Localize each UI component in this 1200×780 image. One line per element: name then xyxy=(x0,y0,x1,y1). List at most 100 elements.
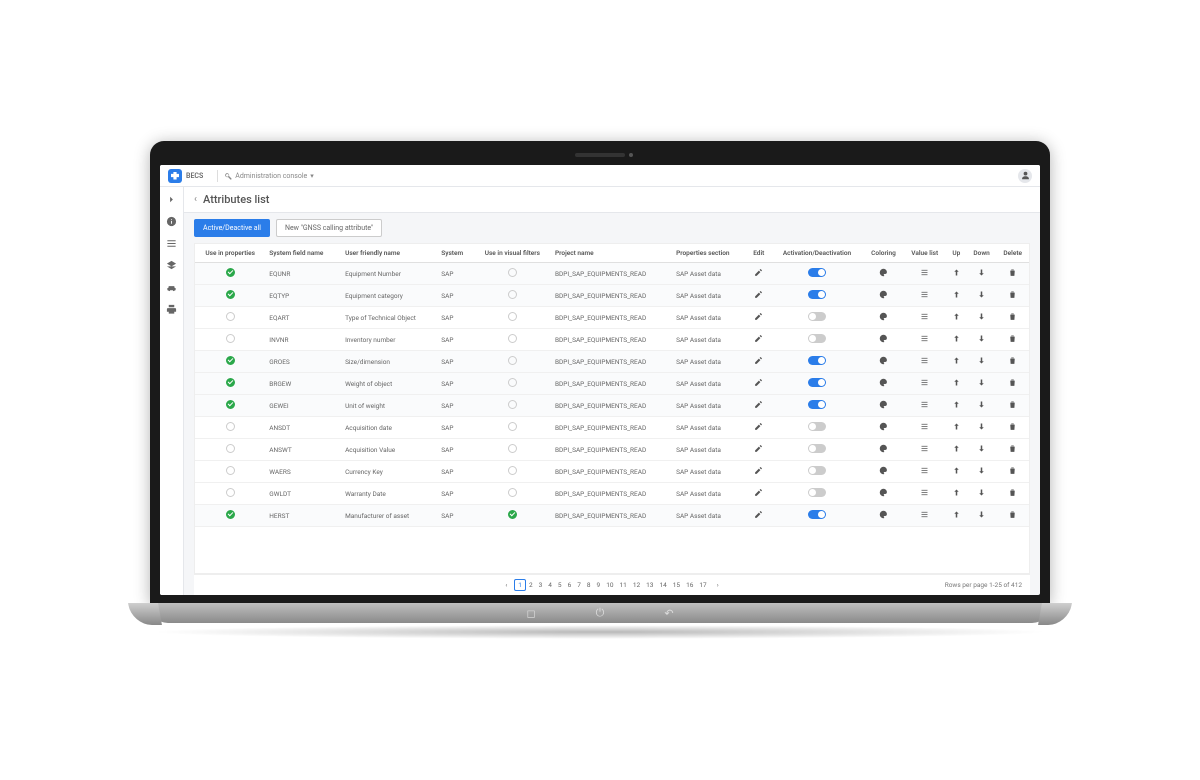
value-list-button[interactable] xyxy=(903,483,946,505)
delete-button[interactable] xyxy=(996,373,1029,395)
use-in-properties-check[interactable] xyxy=(226,356,235,365)
sidebar-item-info[interactable] xyxy=(166,215,178,227)
move-down-button[interactable] xyxy=(967,373,997,395)
use-in-visual-filters-check[interactable] xyxy=(508,422,517,431)
move-down-button[interactable] xyxy=(967,461,997,483)
delete-button[interactable] xyxy=(996,307,1029,329)
value-list-button[interactable] xyxy=(903,439,946,461)
move-up-button[interactable] xyxy=(946,417,967,439)
use-in-visual-filters-check[interactable] xyxy=(508,356,517,365)
col-7[interactable]: Edit xyxy=(747,244,770,263)
use-in-properties-check[interactable] xyxy=(226,312,235,321)
move-down-button[interactable] xyxy=(967,505,997,527)
use-in-visual-filters-check[interactable] xyxy=(508,290,517,299)
col-8[interactable]: Activation/Deactivation xyxy=(770,244,863,263)
sidebar-item-print[interactable] xyxy=(166,303,178,315)
use-in-properties-check[interactable] xyxy=(226,466,235,475)
value-list-button[interactable] xyxy=(903,505,946,527)
sidebar-item-list[interactable] xyxy=(166,237,178,249)
page-10[interactable]: 10 xyxy=(603,580,616,590)
coloring-button[interactable] xyxy=(864,505,904,527)
move-down-button[interactable] xyxy=(967,395,997,417)
col-6[interactable]: Properties section xyxy=(672,244,747,263)
activation-toggle[interactable] xyxy=(808,312,826,321)
value-list-button[interactable] xyxy=(903,263,946,285)
use-in-visual-filters-check[interactable] xyxy=(508,466,517,475)
use-in-visual-filters-check[interactable] xyxy=(508,268,517,277)
page-9[interactable]: 9 xyxy=(594,580,604,590)
use-in-properties-check[interactable] xyxy=(226,334,235,343)
delete-button[interactable] xyxy=(996,351,1029,373)
edit-button[interactable] xyxy=(747,461,770,483)
move-up-button[interactable] xyxy=(946,307,967,329)
use-in-visual-filters-check[interactable] xyxy=(508,488,517,497)
move-up-button[interactable] xyxy=(946,329,967,351)
page-prev[interactable]: ‹ xyxy=(502,580,510,590)
coloring-button[interactable] xyxy=(864,439,904,461)
delete-button[interactable] xyxy=(996,395,1029,417)
delete-button[interactable] xyxy=(996,263,1029,285)
edit-button[interactable] xyxy=(747,351,770,373)
move-down-button[interactable] xyxy=(967,263,997,285)
activation-toggle[interactable] xyxy=(808,290,826,299)
page-3[interactable]: 3 xyxy=(536,580,546,590)
col-2[interactable]: User friendly name xyxy=(341,244,437,263)
delete-button[interactable] xyxy=(996,483,1029,505)
use-in-properties-check[interactable] xyxy=(226,444,235,453)
use-in-visual-filters-check[interactable] xyxy=(508,400,517,409)
delete-button[interactable] xyxy=(996,439,1029,461)
coloring-button[interactable] xyxy=(864,307,904,329)
move-up-button[interactable] xyxy=(946,351,967,373)
edit-button[interactable] xyxy=(747,505,770,527)
delete-button[interactable] xyxy=(996,417,1029,439)
edit-button[interactable] xyxy=(747,417,770,439)
coloring-button[interactable] xyxy=(864,373,904,395)
use-in-properties-check[interactable] xyxy=(226,290,235,299)
col-4[interactable]: Use in visual filters xyxy=(474,244,551,263)
page-12[interactable]: 12 xyxy=(630,580,643,590)
move-up-button[interactable] xyxy=(946,285,967,307)
activation-toggle[interactable] xyxy=(808,488,826,497)
use-in-visual-filters-check[interactable] xyxy=(508,312,517,321)
use-in-visual-filters-check[interactable] xyxy=(508,510,517,519)
col-1[interactable]: System field name xyxy=(265,244,341,263)
page-4[interactable]: 4 xyxy=(545,580,555,590)
page-6[interactable]: 6 xyxy=(565,580,575,590)
use-in-visual-filters-check[interactable] xyxy=(508,334,517,343)
move-up-button[interactable] xyxy=(946,483,967,505)
move-up-button[interactable] xyxy=(946,439,967,461)
activation-toggle[interactable] xyxy=(808,444,826,453)
coloring-button[interactable] xyxy=(864,483,904,505)
col-12[interactable]: Down xyxy=(967,244,997,263)
move-down-button[interactable] xyxy=(967,285,997,307)
move-down-button[interactable] xyxy=(967,329,997,351)
new-attribute-button[interactable]: New "GNSS calling attribute" xyxy=(276,219,382,237)
activation-toggle[interactable] xyxy=(808,466,826,475)
coloring-button[interactable] xyxy=(864,417,904,439)
value-list-button[interactable] xyxy=(903,461,946,483)
value-list-button[interactable] xyxy=(903,285,946,307)
activation-toggle[interactable] xyxy=(808,334,826,343)
use-in-properties-check[interactable] xyxy=(226,378,235,387)
page-17[interactable]: 17 xyxy=(696,580,709,590)
page-next[interactable]: › xyxy=(714,580,722,590)
activation-toggle[interactable] xyxy=(808,400,826,409)
value-list-button[interactable] xyxy=(903,417,946,439)
value-list-button[interactable] xyxy=(903,373,946,395)
use-in-properties-check[interactable] xyxy=(226,488,235,497)
coloring-button[interactable] xyxy=(864,285,904,307)
sidebar-item-layers[interactable] xyxy=(166,259,178,271)
value-list-button[interactable] xyxy=(903,395,946,417)
activation-toggle[interactable] xyxy=(808,422,826,431)
active-deactive-all-button[interactable]: Active/Deactive all xyxy=(194,219,270,237)
col-13[interactable]: Delete xyxy=(996,244,1029,263)
edit-button[interactable] xyxy=(747,285,770,307)
edit-button[interactable] xyxy=(747,395,770,417)
edit-button[interactable] xyxy=(747,329,770,351)
page-5[interactable]: 5 xyxy=(555,580,565,590)
coloring-button[interactable] xyxy=(864,395,904,417)
page-11[interactable]: 11 xyxy=(617,580,630,590)
move-up-button[interactable] xyxy=(946,461,967,483)
coloring-button[interactable] xyxy=(864,351,904,373)
user-avatar[interactable] xyxy=(1018,169,1032,183)
